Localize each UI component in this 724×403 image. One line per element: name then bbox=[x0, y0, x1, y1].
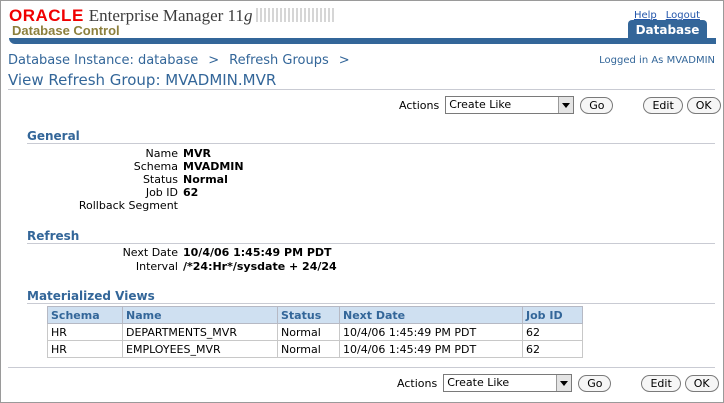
ok-button[interactable]: OK bbox=[684, 374, 719, 392]
cell-schema: HR bbox=[47, 340, 123, 358]
field-status: Status Normal bbox=[8, 173, 508, 186]
status-label: Status bbox=[142, 173, 178, 186]
breadcrumb-database-instance[interactable]: Database Instance: database bbox=[8, 53, 198, 68]
divider bbox=[27, 303, 715, 304]
actions-select-value: Create Like bbox=[447, 376, 510, 389]
cell-job-id: 62 bbox=[522, 323, 583, 341]
rollback-segment-label: Rollback Segment bbox=[78, 199, 178, 212]
name-label: Name bbox=[145, 147, 178, 160]
actions-label: Actions bbox=[399, 98, 440, 112]
field-job-id: Job ID 62 bbox=[8, 186, 508, 199]
cell-status: Normal bbox=[277, 340, 340, 358]
column-header-job-id[interactable]: Job ID bbox=[522, 306, 583, 324]
interval-label: Interval bbox=[135, 260, 178, 273]
actions-bar-top: Actions Create Like Go Edit OK bbox=[399, 95, 721, 115]
field-schema: Schema MVADMIN bbox=[8, 160, 508, 173]
schema-label: Schema bbox=[133, 160, 178, 173]
divider bbox=[8, 89, 715, 90]
column-header-status[interactable]: Status bbox=[277, 306, 340, 324]
job-id-value: 62 bbox=[183, 186, 199, 199]
edit-button[interactable]: Edit bbox=[643, 96, 683, 114]
breadcrumb-separator: > bbox=[338, 53, 350, 68]
next-date-value: 10/4/06 1:45:49 PM PDT bbox=[183, 246, 332, 259]
section-general-title: General bbox=[27, 129, 80, 143]
field-interval: Interval /*24:Hr*/sysdate + 24/24 bbox=[8, 260, 508, 273]
column-header-next-date[interactable]: Next Date bbox=[339, 306, 523, 324]
chevron-down-icon bbox=[558, 97, 574, 113]
go-button[interactable]: Go bbox=[578, 374, 612, 392]
actions-select[interactable]: Create Like bbox=[443, 374, 573, 392]
table-row: HR EMPLOYEES_MVR Normal 10/4/06 1:45:49 … bbox=[47, 340, 583, 358]
brand-stripes bbox=[256, 8, 335, 22]
ok-button[interactable]: OK bbox=[686, 96, 721, 114]
actions-select[interactable]: Create Like bbox=[445, 96, 575, 114]
job-id-label: Job ID bbox=[145, 186, 178, 199]
product-subtitle: Database Control bbox=[12, 23, 120, 38]
section-materialized-views-title: Materialized Views bbox=[27, 289, 155, 303]
cell-name: EMPLOYEES_MVR bbox=[122, 340, 278, 358]
schema-value: MVADMIN bbox=[183, 160, 244, 173]
status-value: Normal bbox=[183, 173, 228, 186]
table-header-row: Schema Name Status Next Date Job ID bbox=[47, 306, 583, 324]
divider bbox=[27, 143, 715, 144]
column-header-schema[interactable]: Schema bbox=[47, 306, 123, 324]
breadcrumb-refresh-groups[interactable]: Refresh Groups bbox=[229, 53, 329, 68]
actions-label: Actions bbox=[397, 376, 438, 390]
section-refresh-title: Refresh bbox=[27, 229, 80, 243]
field-name: Name MVR bbox=[8, 147, 508, 160]
divider bbox=[27, 243, 715, 244]
actions-select-value: Create Like bbox=[449, 98, 512, 111]
interval-value: /*24:Hr*/sysdate + 24/24 bbox=[183, 260, 337, 273]
field-next-date: Next Date 10/4/06 1:45:49 PM PDT bbox=[8, 246, 508, 259]
field-rollback-segment: Rollback Segment bbox=[8, 199, 508, 212]
breadcrumb: Database Instance: database > Refresh Grou… bbox=[8, 53, 360, 68]
name-value: MVR bbox=[183, 147, 211, 160]
materialized-views-table: Schema Name Status Next Date Job ID HR D… bbox=[47, 306, 583, 358]
logged-in-status: Logged in As MVADMIN bbox=[599, 55, 715, 66]
cell-name: DEPARTMENTS_MVR bbox=[122, 323, 278, 341]
cell-job-id: 62 bbox=[522, 340, 583, 358]
table-row: HR DEPARTMENTS_MVR Normal 10/4/06 1:45:4… bbox=[47, 323, 583, 341]
column-header-name[interactable]: Name bbox=[122, 306, 278, 324]
cell-next-date: 10/4/06 1:45:49 PM PDT bbox=[339, 323, 523, 341]
chevron-down-icon bbox=[556, 375, 572, 391]
go-button[interactable]: Go bbox=[580, 96, 614, 114]
cell-status: Normal bbox=[277, 323, 340, 341]
cell-schema: HR bbox=[47, 323, 123, 341]
breadcrumb-separator: > bbox=[208, 53, 220, 68]
tab-bar bbox=[9, 38, 716, 44]
edit-button[interactable]: Edit bbox=[641, 374, 681, 392]
divider bbox=[8, 367, 715, 368]
cell-next-date: 10/4/06 1:45:49 PM PDT bbox=[339, 340, 523, 358]
actions-bar-bottom: Actions Create Like Go Edit OK bbox=[397, 373, 719, 393]
next-date-label: Next Date bbox=[122, 246, 178, 259]
page-title: View Refresh Group: MVADMIN.MVR bbox=[8, 71, 277, 89]
